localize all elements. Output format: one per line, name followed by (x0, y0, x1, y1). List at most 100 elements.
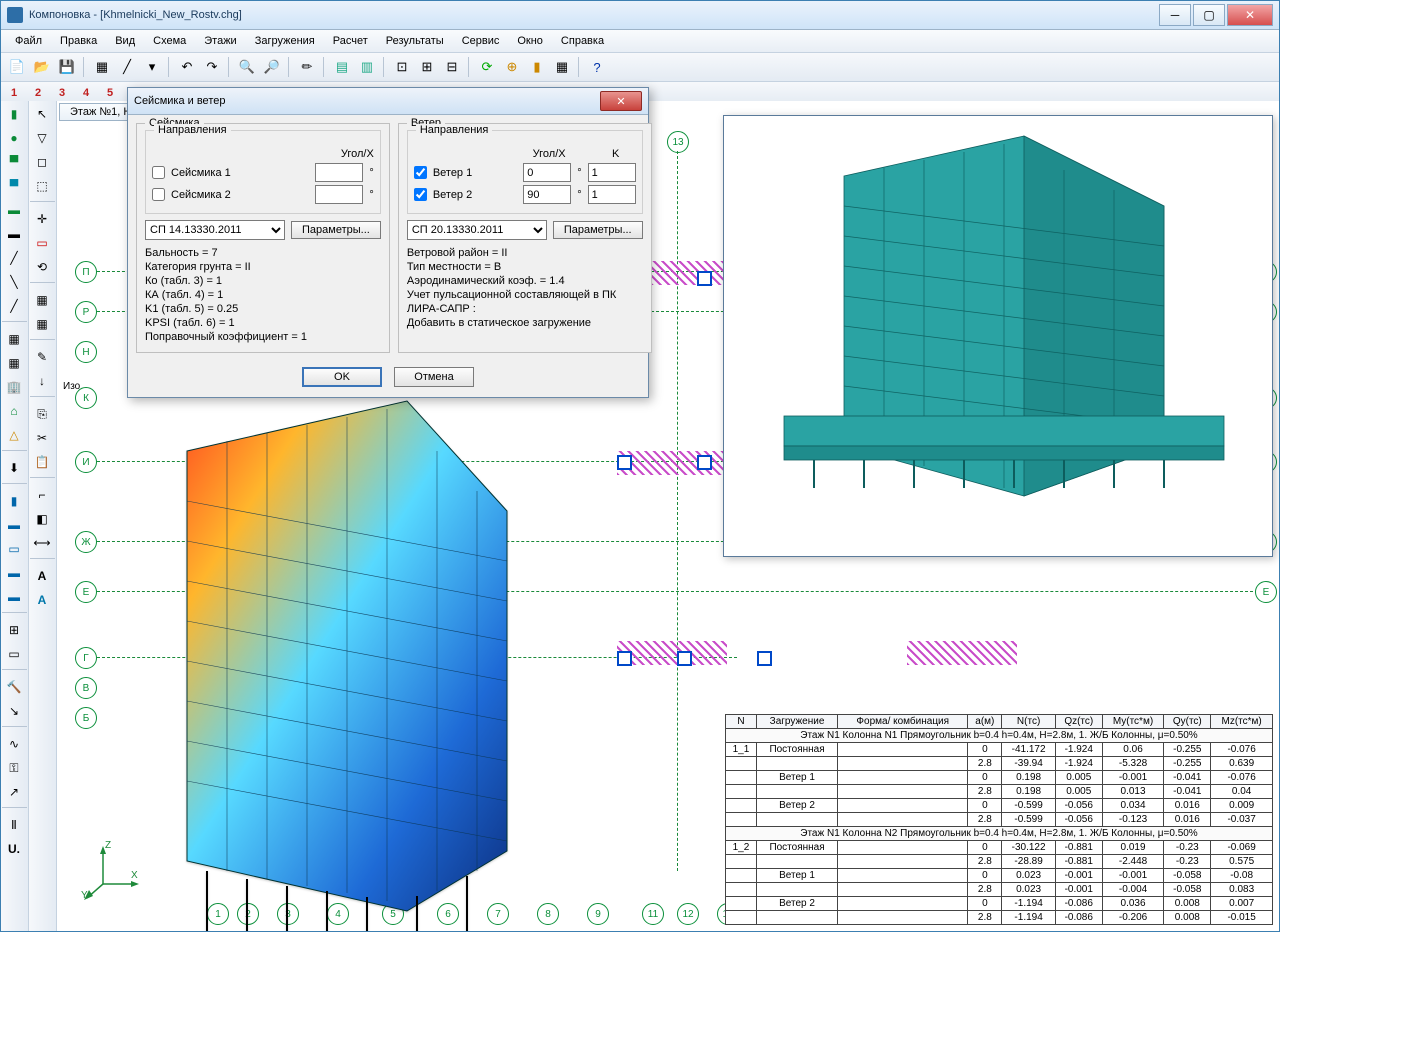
caps-icon[interactable]: Ⅱ (2, 814, 26, 836)
zoom-out-icon[interactable]: 🔎 (260, 55, 284, 79)
menu-window[interactable]: Окно (509, 33, 551, 49)
preview-3d-window[interactable] (723, 115, 1273, 557)
copy-icon[interactable]: ⎘ (30, 403, 54, 425)
grid-fine-icon[interactable]: ▦ (30, 289, 54, 311)
menu-edit[interactable]: Правка (52, 33, 105, 49)
result-column-icon[interactable]: ▮ (2, 490, 26, 512)
beam2-icon[interactable]: ▀ (2, 175, 26, 197)
load-3[interactable]: 3 (55, 87, 69, 99)
result-found-icon[interactable]: ▬ (2, 586, 26, 608)
wind-code-select[interactable]: СП 20.13330.2011 (407, 220, 547, 240)
building-icon[interactable]: 🏢 (2, 376, 26, 398)
wind-icon[interactable]: ⬇ (2, 457, 26, 479)
line4-icon[interactable]: ╱ (2, 295, 26, 317)
load-2[interactable]: 2 (31, 87, 45, 99)
shape-icon[interactable]: ◧ (30, 508, 54, 530)
menu-floors[interactable]: Этажи (196, 33, 244, 49)
wind2-checkbox[interactable] (414, 188, 427, 201)
select-icon[interactable]: ◻ (30, 151, 54, 173)
node2-icon[interactable]: ⊞ (415, 55, 439, 79)
minimize-button[interactable]: ─ (1159, 4, 1191, 26)
grid-large-icon[interactable]: ▦ (2, 352, 26, 374)
result-beam-icon[interactable]: ▬ (2, 514, 26, 536)
open-icon[interactable]: 📂 (30, 55, 54, 79)
layers-icon[interactable]: ▤ (330, 55, 354, 79)
cancel-button[interactable]: Отмена (394, 367, 474, 387)
line-icon[interactable]: ╱ (115, 55, 139, 79)
menu-view[interactable]: Вид (107, 33, 143, 49)
line3-icon[interactable]: ╲ (2, 271, 26, 293)
hammer-icon[interactable]: 🔨 (2, 676, 26, 698)
wind-params-button[interactable]: Параметры... (553, 221, 643, 239)
menu-file[interactable]: Файл (7, 33, 50, 49)
roof-icon[interactable]: ⌂ (2, 400, 26, 422)
select2-icon[interactable]: ⬚ (30, 175, 54, 197)
curve-icon[interactable]: ∿ (2, 733, 26, 755)
menu-loads[interactable]: Загружения (247, 33, 323, 49)
menu-service[interactable]: Сервис (454, 33, 508, 49)
wind1-angle-input[interactable] (523, 163, 571, 182)
grid-bold-icon[interactable]: ▦ (30, 313, 54, 335)
new-icon[interactable]: 📄 (5, 55, 29, 79)
menu-results[interactable]: Результаты (378, 33, 452, 49)
rotate-icon[interactable]: ⟲ (30, 256, 54, 278)
drawing-icon[interactable]: ▭ (2, 643, 26, 665)
dropdown-icon[interactable]: ▾ (140, 55, 164, 79)
zoom-in-icon[interactable]: 🔍 (235, 55, 259, 79)
column-circle-icon[interactable]: ● (2, 127, 26, 149)
text-a-icon[interactable]: A (30, 565, 54, 587)
seismic1-angle-input[interactable] (315, 163, 363, 182)
result-wall-icon[interactable]: ▭ (2, 538, 26, 560)
grid-icon[interactable]: ▦ (90, 55, 114, 79)
arrow-icon[interactable]: ↘ (2, 700, 26, 722)
beam-icon[interactable]: ▀ (2, 151, 26, 173)
arrow-down-icon[interactable]: ↓ (30, 370, 54, 392)
seismic1-checkbox[interactable] (152, 166, 165, 179)
load-4[interactable]: 4 (79, 87, 93, 99)
menu-help[interactable]: Справка (553, 33, 612, 49)
export-icon[interactable]: ↗ (2, 781, 26, 803)
titlebar[interactable]: Компоновка - [Khmelnicki_New_Rostv.chg] … (1, 1, 1279, 30)
refresh-icon[interactable]: ⟳ (475, 55, 499, 79)
wind1-checkbox[interactable] (414, 166, 427, 179)
dialog-close-button[interactable]: ✕ (600, 91, 642, 111)
menu-calc[interactable]: Расчет (325, 33, 376, 49)
save-icon[interactable]: 💾 (55, 55, 79, 79)
undo-icon[interactable]: ↶ (175, 55, 199, 79)
column-rect-icon[interactable]: ▮ (2, 103, 26, 125)
load-5[interactable]: 5 (103, 87, 117, 99)
maximize-button[interactable]: ▢ (1193, 4, 1225, 26)
filter-icon[interactable]: ▽ (30, 127, 54, 149)
node-icon[interactable]: ⊡ (390, 55, 414, 79)
seismic-params-button[interactable]: Параметры... (291, 221, 381, 239)
redo-icon[interactable]: ↷ (200, 55, 224, 79)
dialog-titlebar[interactable]: Сейсмика и ветер ✕ (128, 88, 648, 115)
rect-icon[interactable]: ▭ (30, 232, 54, 254)
seismic-code-select[interactable]: СП 14.13330.2011 (145, 220, 285, 240)
node3-icon[interactable]: ⊟ (440, 55, 464, 79)
cut-icon[interactable]: ✂ (30, 427, 54, 449)
result-slab-icon[interactable]: ▬ (2, 562, 26, 584)
wind2-k-input[interactable] (588, 185, 636, 204)
bracket-icon[interactable]: ⌐ (30, 484, 54, 506)
help-icon[interactable]: ? (585, 55, 609, 79)
chart-icon[interactable]: ▮ (525, 55, 549, 79)
load-1[interactable]: 1 (7, 87, 21, 99)
pen-icon[interactable]: ✎ (30, 346, 54, 368)
u-icon[interactable]: U. (2, 838, 26, 860)
table-icon[interactable]: ▦ (550, 55, 574, 79)
seismic2-angle-input[interactable] (315, 185, 363, 204)
spec-icon[interactable]: ⊞ (2, 619, 26, 641)
tree-icon[interactable]: ⊕ (500, 55, 524, 79)
pointer-icon[interactable]: ↖ (30, 103, 54, 125)
line1-icon[interactable]: ▬ (2, 223, 26, 245)
wind1-k-input[interactable] (588, 163, 636, 182)
text-a2-icon[interactable]: A (30, 589, 54, 611)
triangle-icon[interactable]: △ (2, 424, 26, 446)
key-icon[interactable]: ⚿ (2, 757, 26, 779)
layers2-icon[interactable]: ▥ (355, 55, 379, 79)
paste-icon[interactable]: 📋 (30, 451, 54, 473)
size-icon[interactable]: ⟷ (30, 532, 54, 554)
crosshair-icon[interactable]: ✛ (30, 208, 54, 230)
wall-icon[interactable]: ▬ (2, 199, 26, 221)
